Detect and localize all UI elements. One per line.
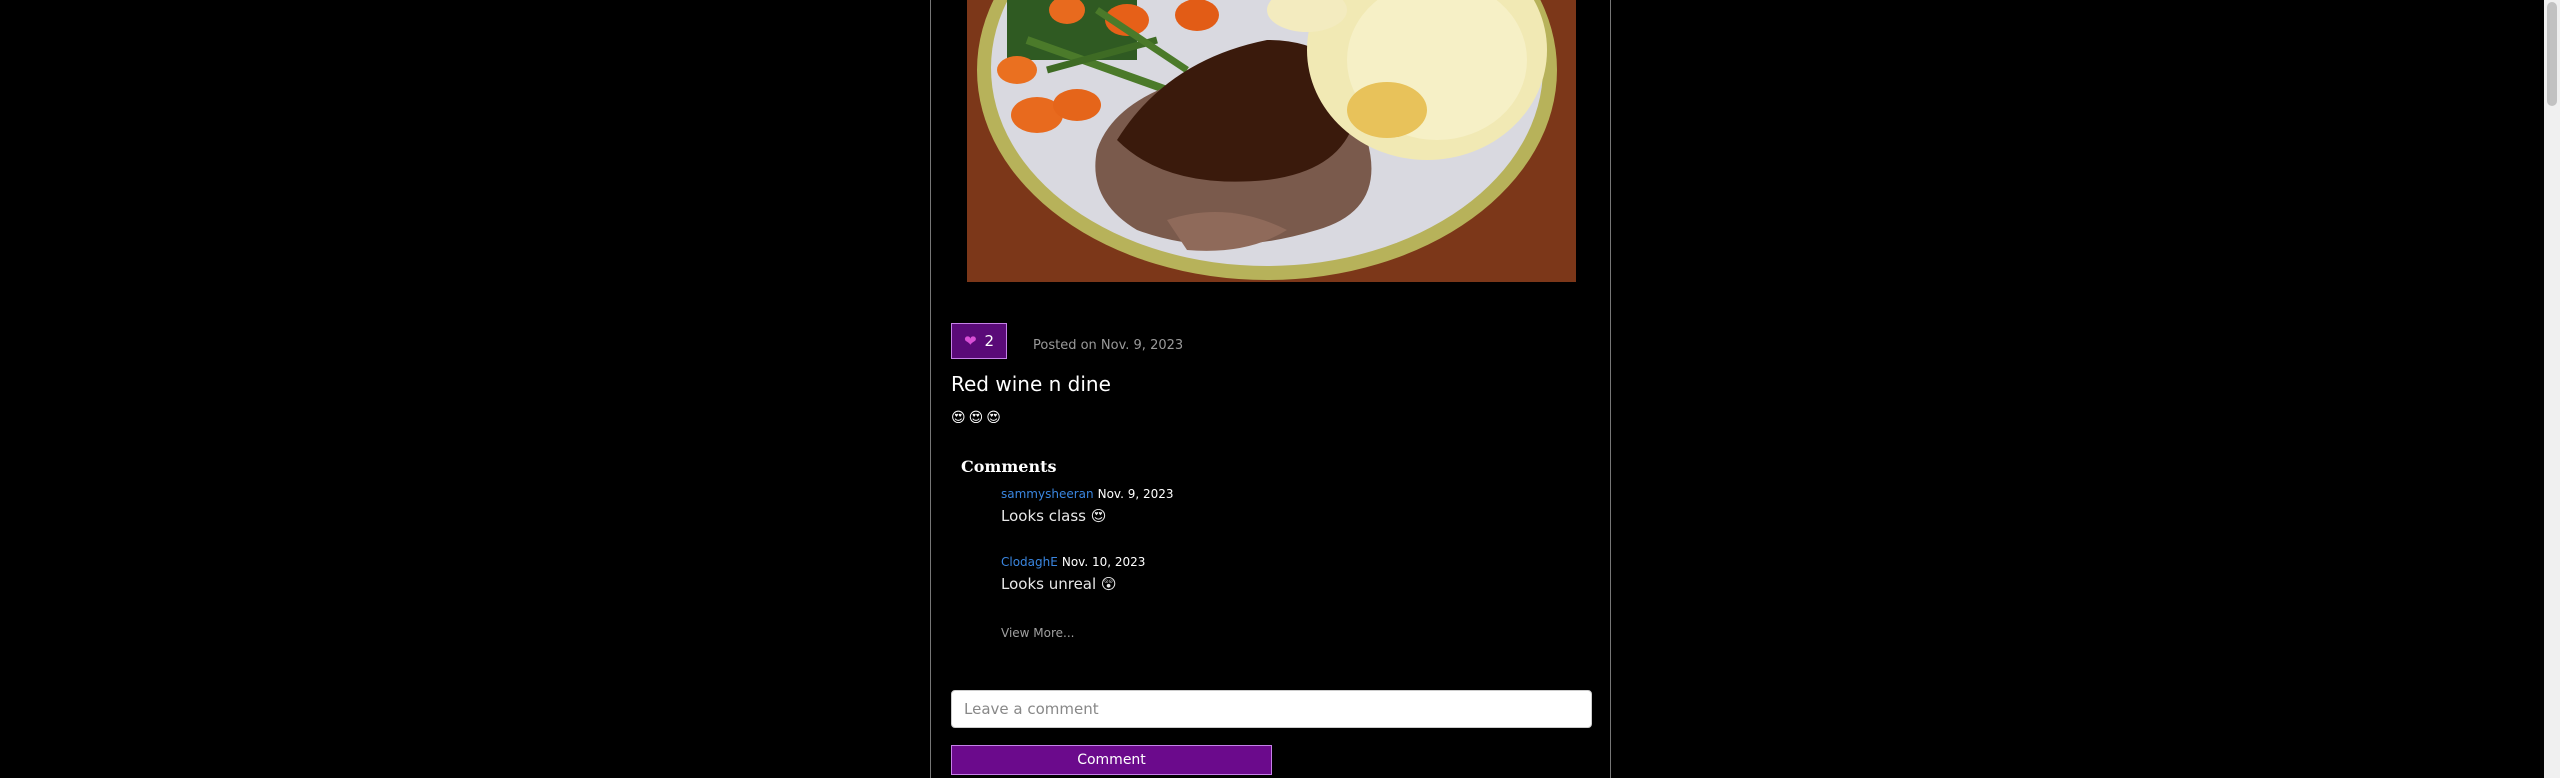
comment-item: ClodaghE Nov. 10, 2023 Looks unreal 😲 — [1001, 555, 1145, 593]
comments-heading: Comments — [961, 457, 1057, 476]
post-title: Red wine n dine — [951, 372, 1111, 396]
comment-meta: ClodaghE Nov. 10, 2023 — [1001, 555, 1145, 569]
comment-item: sammysheeran Nov. 9, 2023 Looks class 😍 — [1001, 487, 1174, 525]
like-count: 2 — [984, 332, 995, 350]
like-button[interactable]: ❤ 2 — [951, 323, 1007, 359]
post-card: ❤ 2 Posted on Nov. 9, 2023 Red wine n di… — [930, 0, 1611, 778]
comment-submit-button[interactable]: Comment — [951, 745, 1272, 775]
heart-icon: ❤ — [963, 331, 977, 350]
comment-author-link[interactable]: ClodaghE — [1001, 555, 1058, 569]
comment-meta: sammysheeran Nov. 9, 2023 — [1001, 487, 1174, 501]
comment-text: Looks class 😍 — [1001, 507, 1107, 525]
comment-date: Nov. 10, 2023 — [1061, 555, 1146, 569]
post-image — [967, 0, 1576, 282]
post-date: Posted on Nov. 9, 2023 — [1033, 338, 1184, 353]
comment-author-link[interactable]: sammysheeran — [1001, 487, 1094, 501]
comment-date: Nov. 9, 2023 — [1097, 487, 1174, 501]
scrollbar-thumb[interactable] — [2547, 2, 2557, 106]
page: ❤ 2 Posted on Nov. 9, 2023 Red wine n di… — [0, 0, 2560, 778]
post-body: 😍😍😍 — [951, 410, 1004, 426]
view-more-link[interactable]: View More... — [1001, 626, 1074, 640]
comment-text: Looks unreal 😲 — [1001, 575, 1117, 593]
comment-input[interactable] — [951, 690, 1592, 728]
page-scrollbar[interactable] — [2544, 0, 2560, 778]
